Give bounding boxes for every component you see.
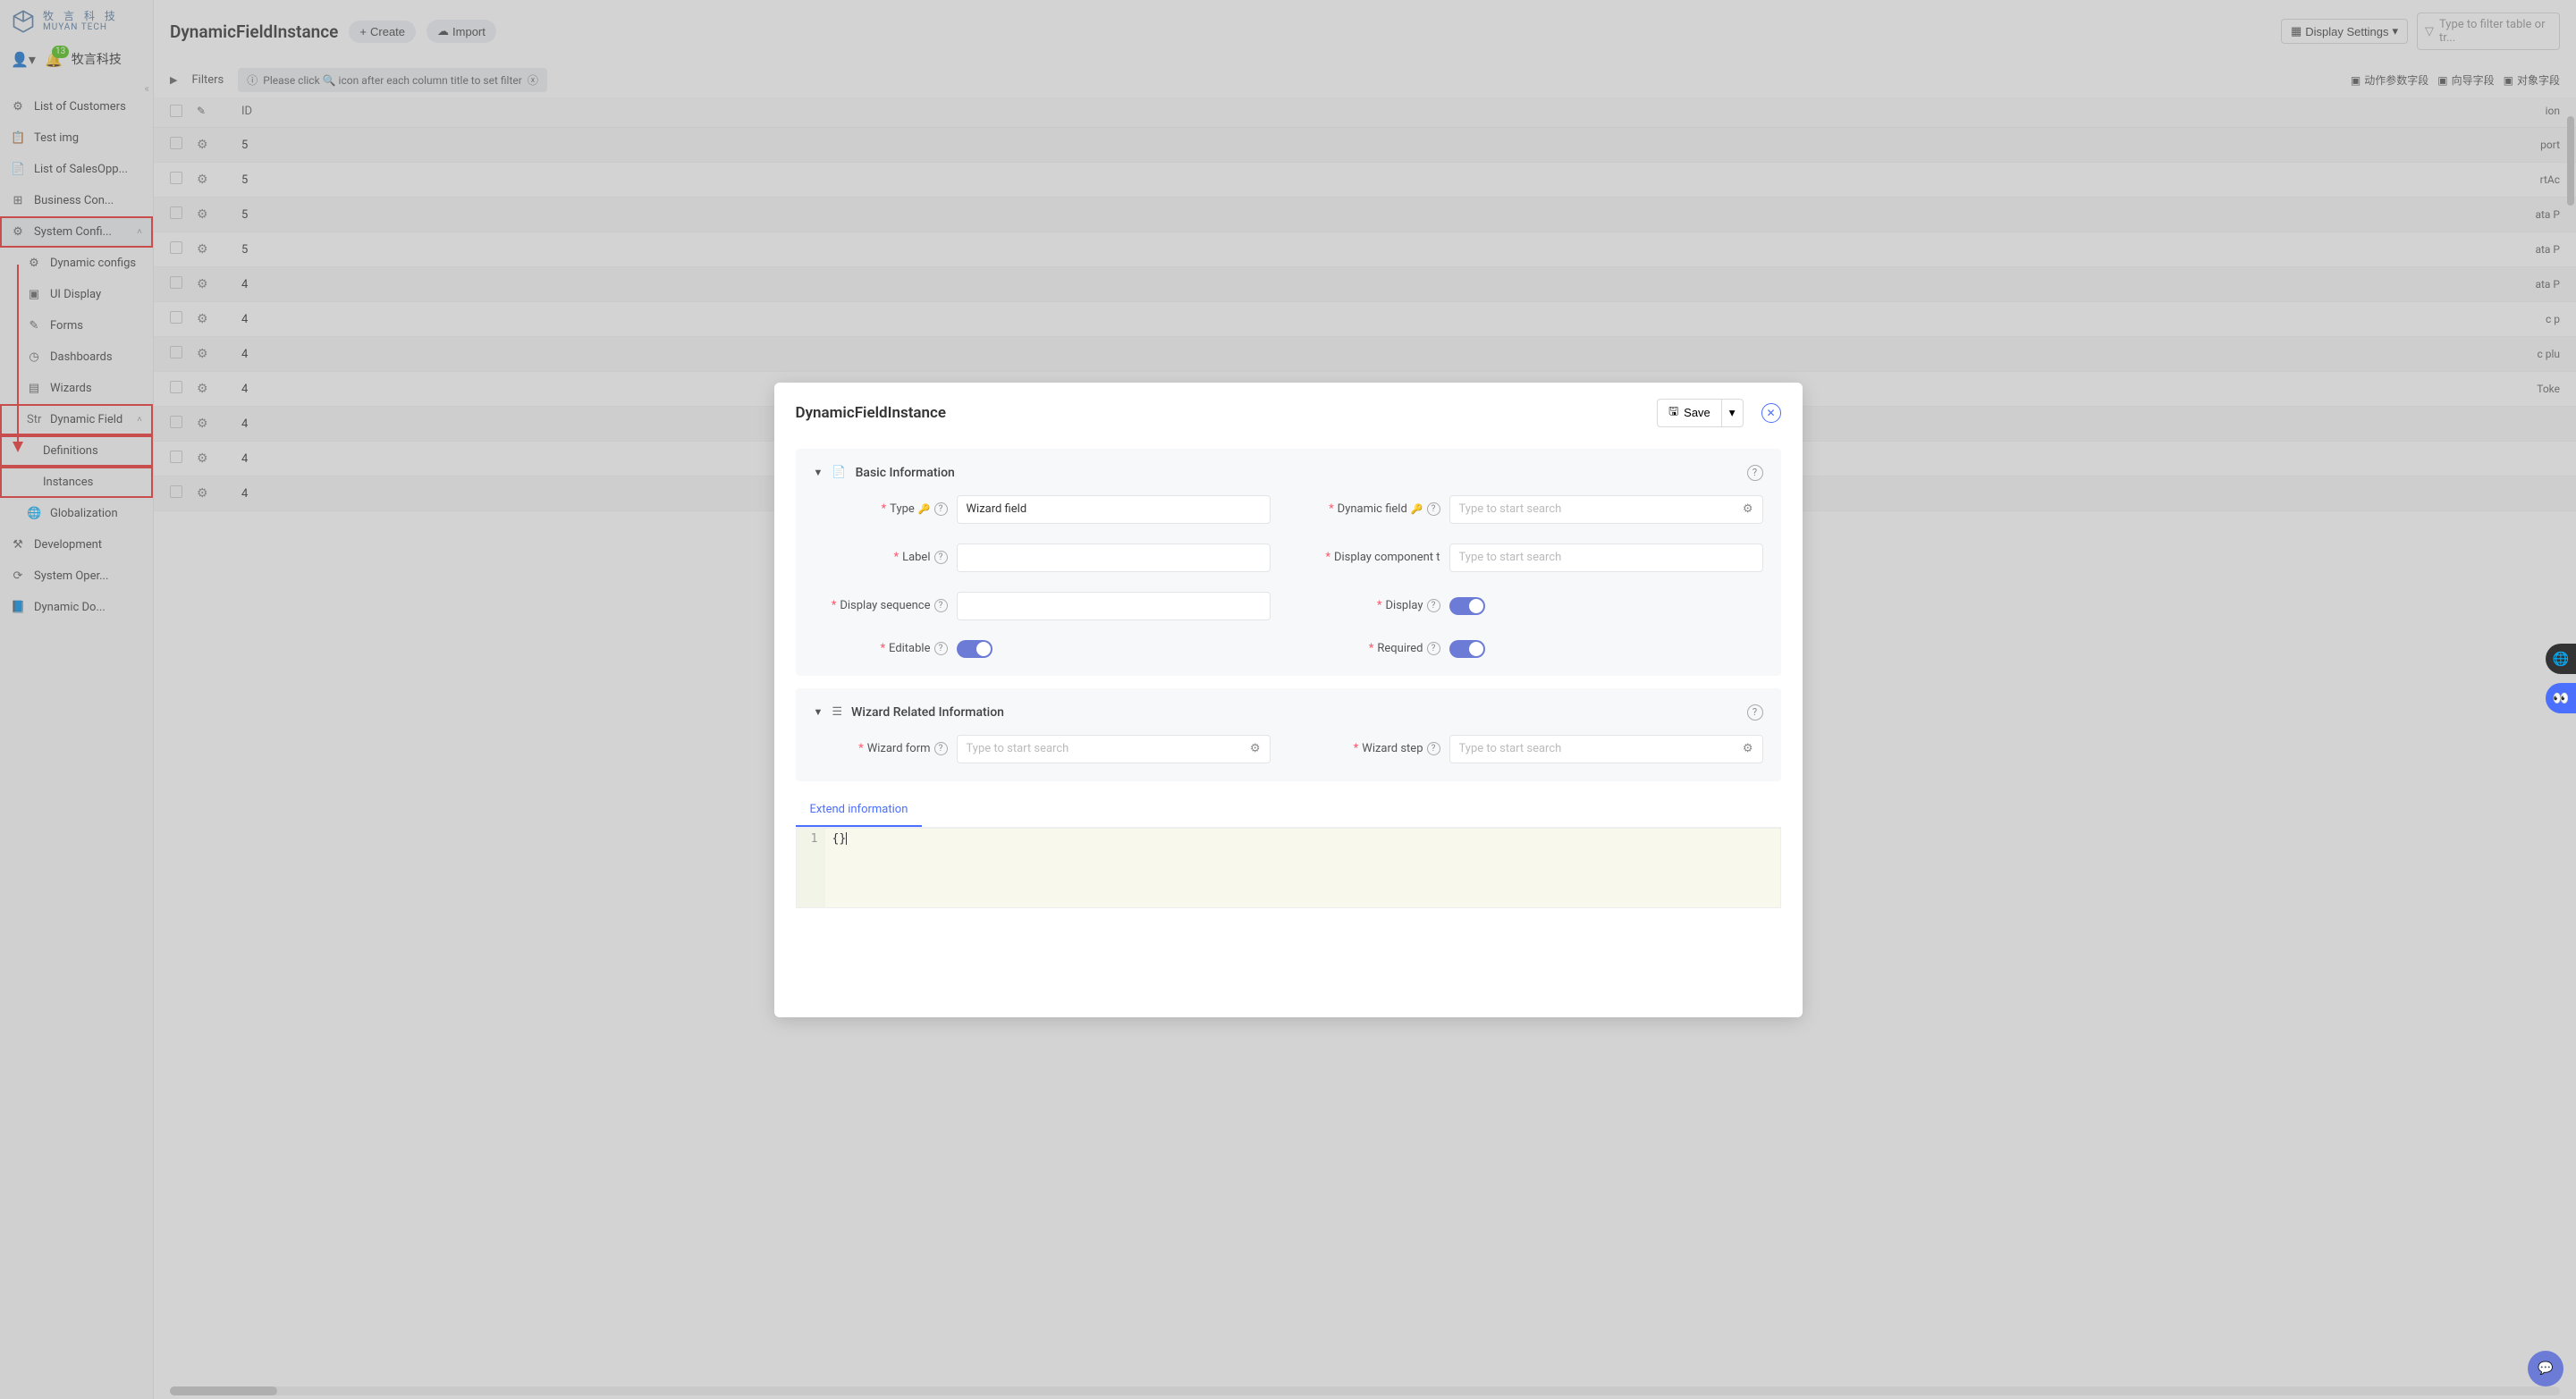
modal: DynamicFieldInstance 🖫Save ▾ ✕ ▼ 📄 Basic…	[774, 383, 1803, 1017]
section-caret-icon[interactable]: ▼	[814, 467, 823, 478]
field-display: *Display?	[1306, 592, 1763, 620]
section-caret-icon[interactable]: ▼	[814, 706, 823, 718]
translate-button[interactable]: 🌐	[2546, 644, 2576, 674]
field-display-component: *Display component t Type to start searc…	[1306, 544, 1763, 572]
help-icon[interactable]: ?	[1427, 742, 1440, 755]
help-icon[interactable]: ?	[934, 551, 948, 564]
save-button[interactable]: 🖫Save	[1657, 399, 1722, 427]
tab-extend-info[interactable]: Extend information	[796, 794, 923, 827]
floating-buttons: 🌐 👀	[2546, 644, 2576, 713]
dynamic-field-input[interactable]: Type to start search⚙	[1449, 495, 1763, 524]
section-title: Basic Information	[856, 466, 955, 480]
label-input[interactable]	[957, 544, 1271, 572]
field-wizard-form: *Wizard form? Type to start search⚙	[814, 735, 1271, 763]
close-button[interactable]: ✕	[1761, 403, 1781, 423]
code-content: {}	[832, 832, 847, 846]
save-icon: 🖫	[1668, 403, 1678, 423]
section-title: Wizard Related Information	[851, 705, 1004, 720]
field-type: *Type🔑? Wizard field	[814, 495, 1271, 524]
key-icon: 🔑	[918, 503, 931, 515]
gear-icon[interactable]: ⚙	[1743, 742, 1753, 755]
modal-tabs: Extend information	[796, 794, 1781, 828]
list-icon: ☰	[832, 705, 842, 719]
wizard-section: ▼ ☰ Wizard Related Information ? *Wizard…	[796, 688, 1781, 781]
help-icon[interactable]: ?	[1427, 599, 1440, 612]
assistant-button[interactable]: 👀	[2546, 683, 2576, 713]
modal-header: DynamicFieldInstance 🖫Save ▾ ✕	[774, 383, 1803, 443]
modal-title: DynamicFieldInstance	[796, 404, 947, 422]
chevron-down-icon: ▾	[1729, 406, 1736, 419]
help-icon[interactable]: ?	[934, 742, 948, 755]
section-help-icon[interactable]: ?	[1747, 465, 1763, 481]
basic-info-section: ▼ 📄 Basic Information ? *Type🔑? Wizard f…	[796, 449, 1781, 676]
field-dynamic-field: *Dynamic field🔑? Type to start search⚙	[1306, 495, 1763, 524]
code-line-number: 1	[797, 829, 825, 907]
editable-toggle[interactable]	[957, 640, 992, 658]
field-display-sequence: *Display sequence?	[814, 592, 1271, 620]
wizard-step-input[interactable]: Type to start search⚙	[1449, 735, 1763, 763]
help-icon[interactable]: ?	[934, 599, 948, 612]
help-icon[interactable]: ?	[934, 502, 948, 516]
save-dropdown-button[interactable]: ▾	[1722, 399, 1744, 427]
gear-icon[interactable]: ⚙	[1743, 502, 1753, 516]
code-editor[interactable]: 1 {}	[796, 828, 1781, 908]
help-icon[interactable]: ?	[934, 642, 948, 655]
field-wizard-step: *Wizard step? Type to start search⚙	[1306, 735, 1763, 763]
display-sequence-input[interactable]	[957, 592, 1271, 620]
help-icon[interactable]: ?	[1427, 642, 1440, 655]
display-component-input[interactable]: Type to start search	[1449, 544, 1763, 572]
document-icon: 📄	[832, 466, 846, 479]
required-toggle[interactable]	[1449, 640, 1485, 658]
field-label: *Label?	[814, 544, 1271, 572]
gear-icon[interactable]: ⚙	[1250, 742, 1261, 755]
field-required: *Required?	[1306, 640, 1763, 658]
display-toggle[interactable]	[1449, 597, 1485, 615]
type-select[interactable]: Wizard field	[957, 495, 1271, 524]
help-icon[interactable]: ?	[1427, 502, 1440, 516]
key-icon: 🔑	[1411, 503, 1423, 515]
section-help-icon[interactable]: ?	[1747, 704, 1763, 721]
wizard-form-input[interactable]: Type to start search⚙	[957, 735, 1271, 763]
field-editable: *Editable?	[814, 640, 1271, 658]
chat-bubble-button[interactable]: 💬	[2528, 1351, 2563, 1386]
